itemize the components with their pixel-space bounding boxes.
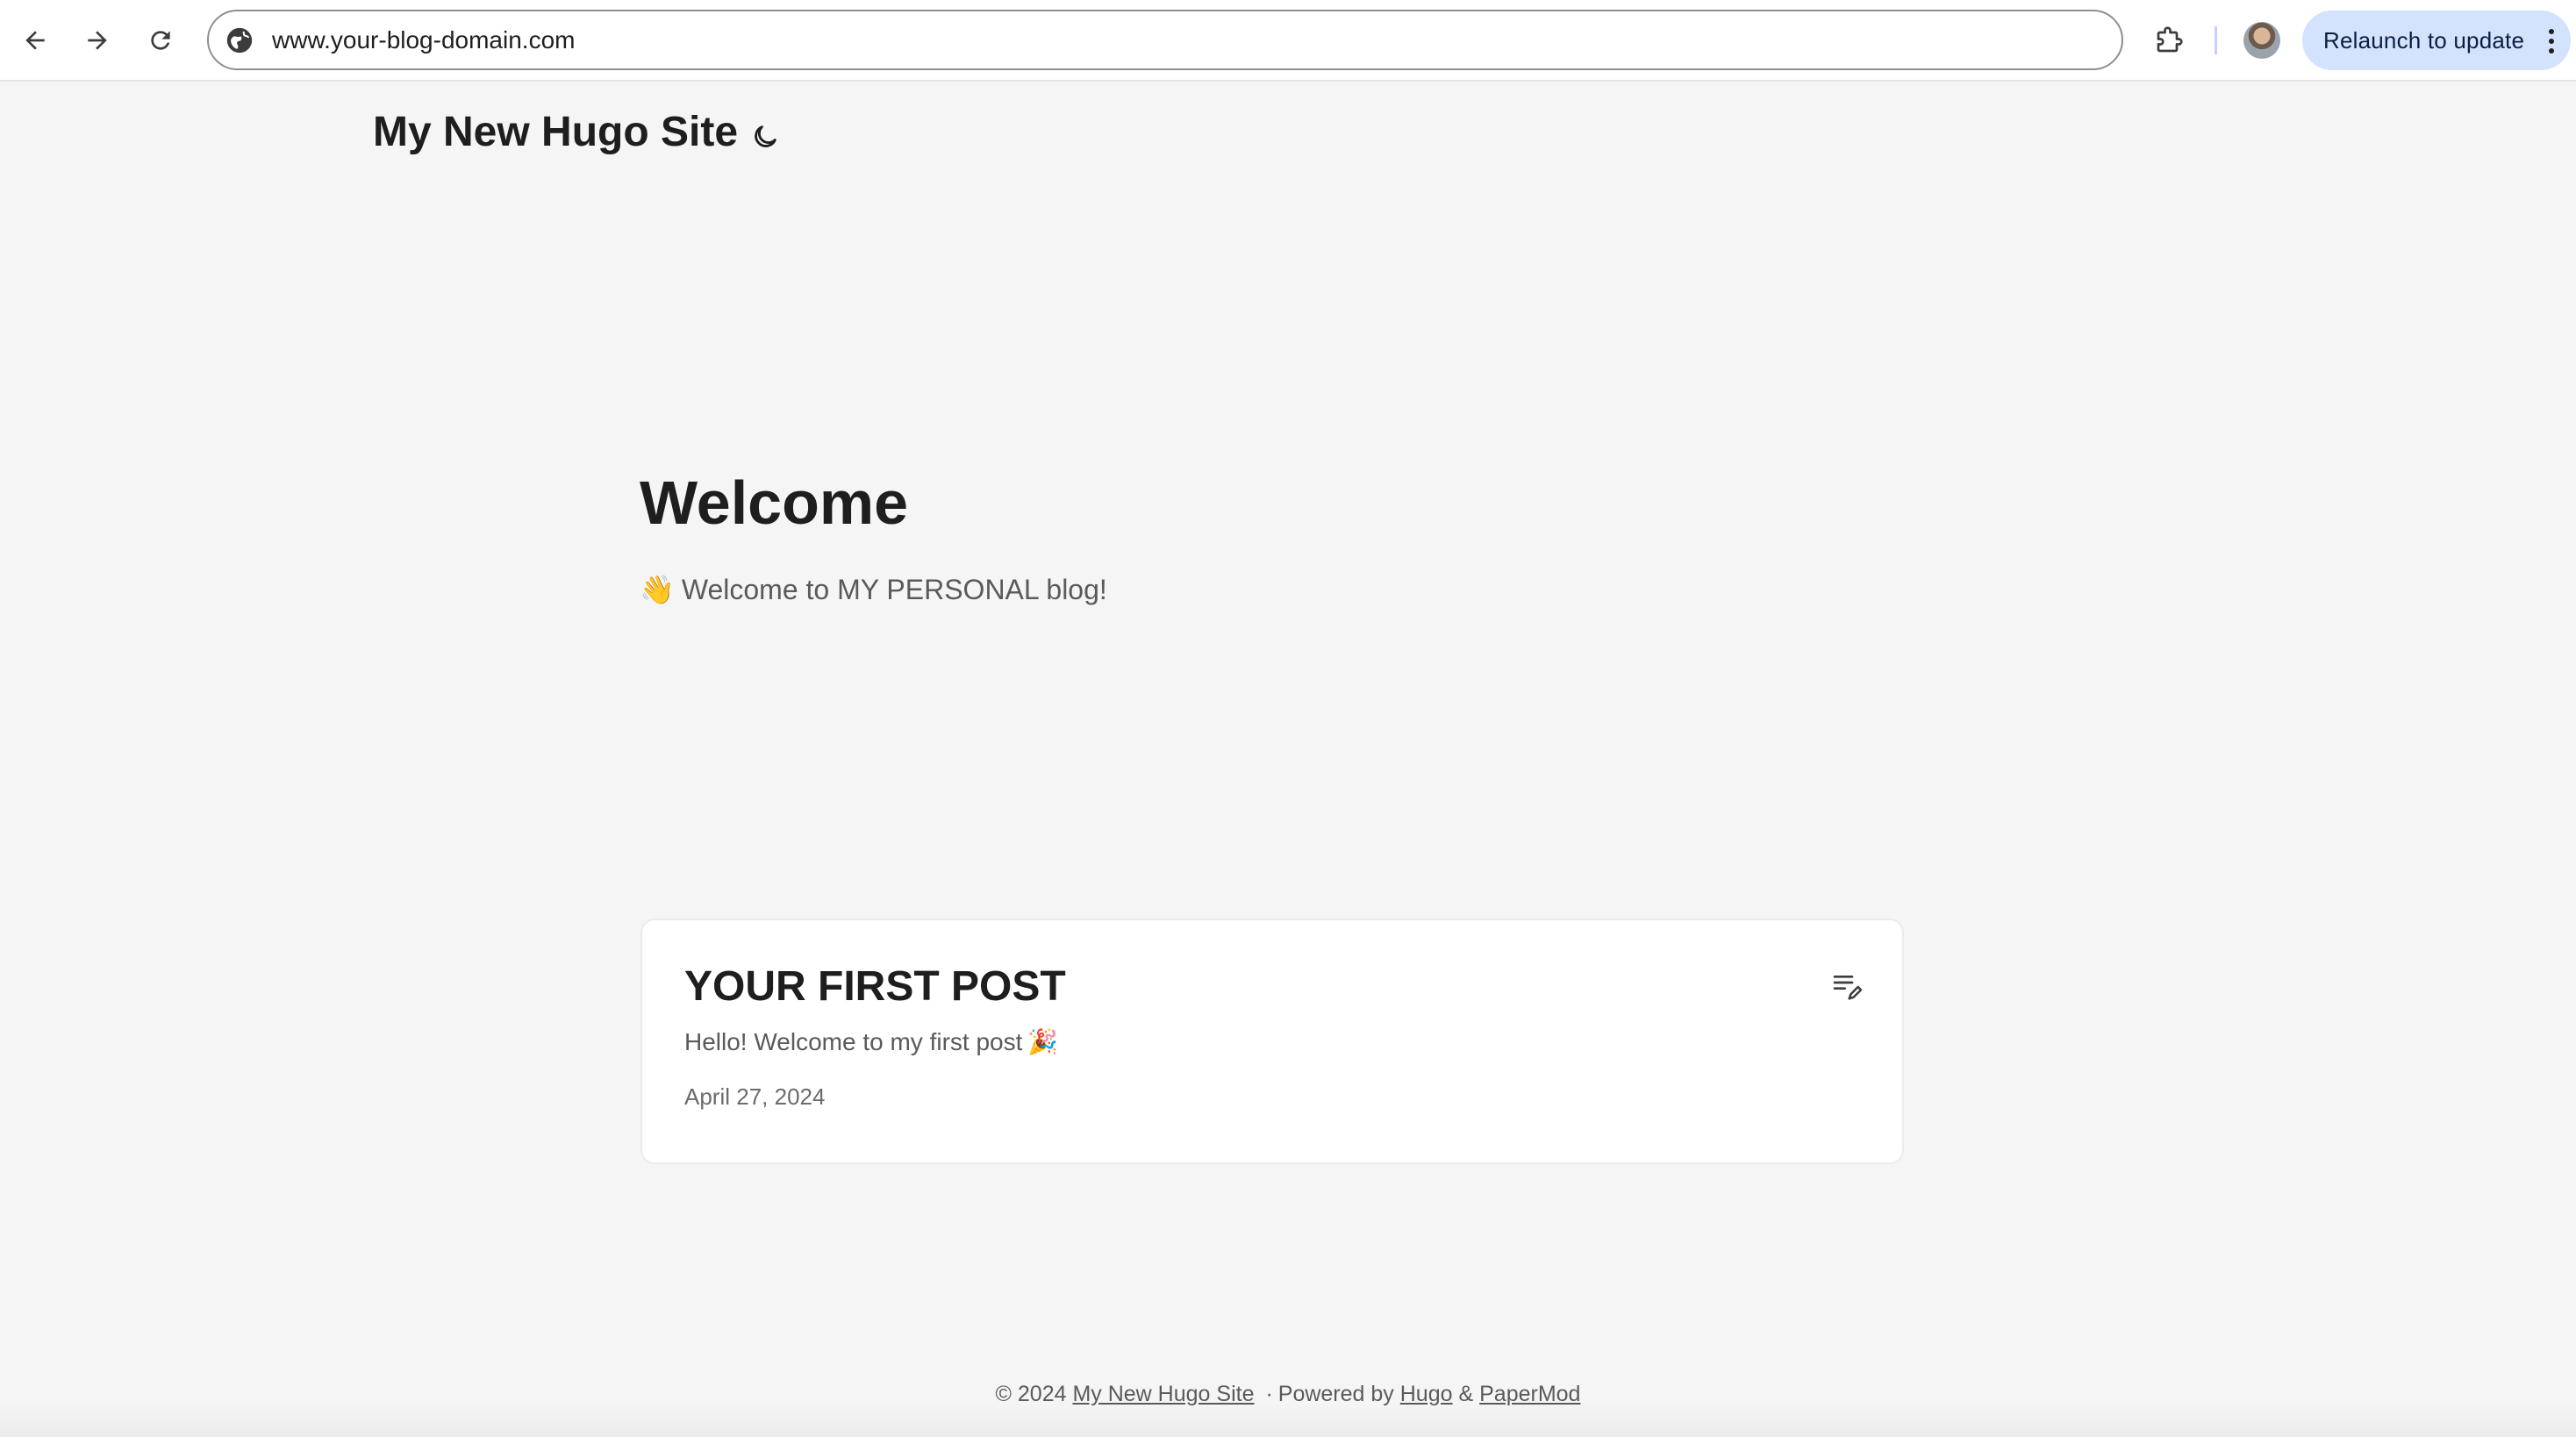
page-body: My New Hugo Site Welcome 👋 Welcome to MY… <box>0 82 2576 1437</box>
post-title[interactable]: YOUR FIRST POST <box>684 962 1066 1011</box>
toolbar-divider <box>2215 26 2217 54</box>
kebab-menu-icon[interactable] <box>2548 28 2555 54</box>
forward-button[interactable] <box>78 21 117 60</box>
site-info-icon[interactable] <box>225 25 254 55</box>
browser-toolbar: www.your-blog-domain.com Relaunch to upd… <box>0 0 2576 82</box>
puzzle-piece-icon <box>2157 26 2183 53</box>
back-button[interactable] <box>16 21 54 60</box>
theme-toggle-button[interactable] <box>748 119 783 154</box>
party-popper-icon: 🎉 <box>1027 1028 1059 1055</box>
wave-emoji-icon: 👋 <box>640 574 675 605</box>
post-card[interactable]: YOUR FIRST POST Hello! Welcome to my fir… <box>640 919 1904 1164</box>
profile-avatar[interactable] <box>2243 22 2280 59</box>
relaunch-label: Relaunch to update <box>2323 26 2525 54</box>
reload-button[interactable] <box>141 21 180 60</box>
edit-note-icon[interactable] <box>1830 969 1865 1004</box>
home-info-title: Welcome <box>640 468 909 537</box>
moon-icon <box>755 125 776 147</box>
reload-icon <box>151 31 170 50</box>
back-arrow-icon <box>25 31 45 50</box>
bottom-shadow <box>0 1402 2576 1437</box>
site-title-link[interactable]: My New Hugo Site <box>373 108 738 156</box>
forward-arrow-icon <box>88 31 107 50</box>
address-bar[interactable]: www.your-blog-domain.com <box>207 10 2123 70</box>
home-info-subtitle: 👋 Welcome to MY PERSONAL blog! <box>640 573 1107 606</box>
home-info-subtitle-text: Welcome to MY PERSONAL blog! <box>681 573 1107 605</box>
url-text[interactable]: www.your-blog-domain.com <box>272 11 575 68</box>
post-excerpt-text: Hello! Welcome to my first post <box>684 1027 1023 1055</box>
extensions-button[interactable] <box>2148 19 2190 61</box>
post-date: April 27, 2024 <box>684 1083 826 1110</box>
relaunch-button[interactable]: Relaunch to update <box>2302 11 2571 70</box>
post-excerpt: Hello! Welcome to my first post 🎉 <box>684 1027 1058 1056</box>
